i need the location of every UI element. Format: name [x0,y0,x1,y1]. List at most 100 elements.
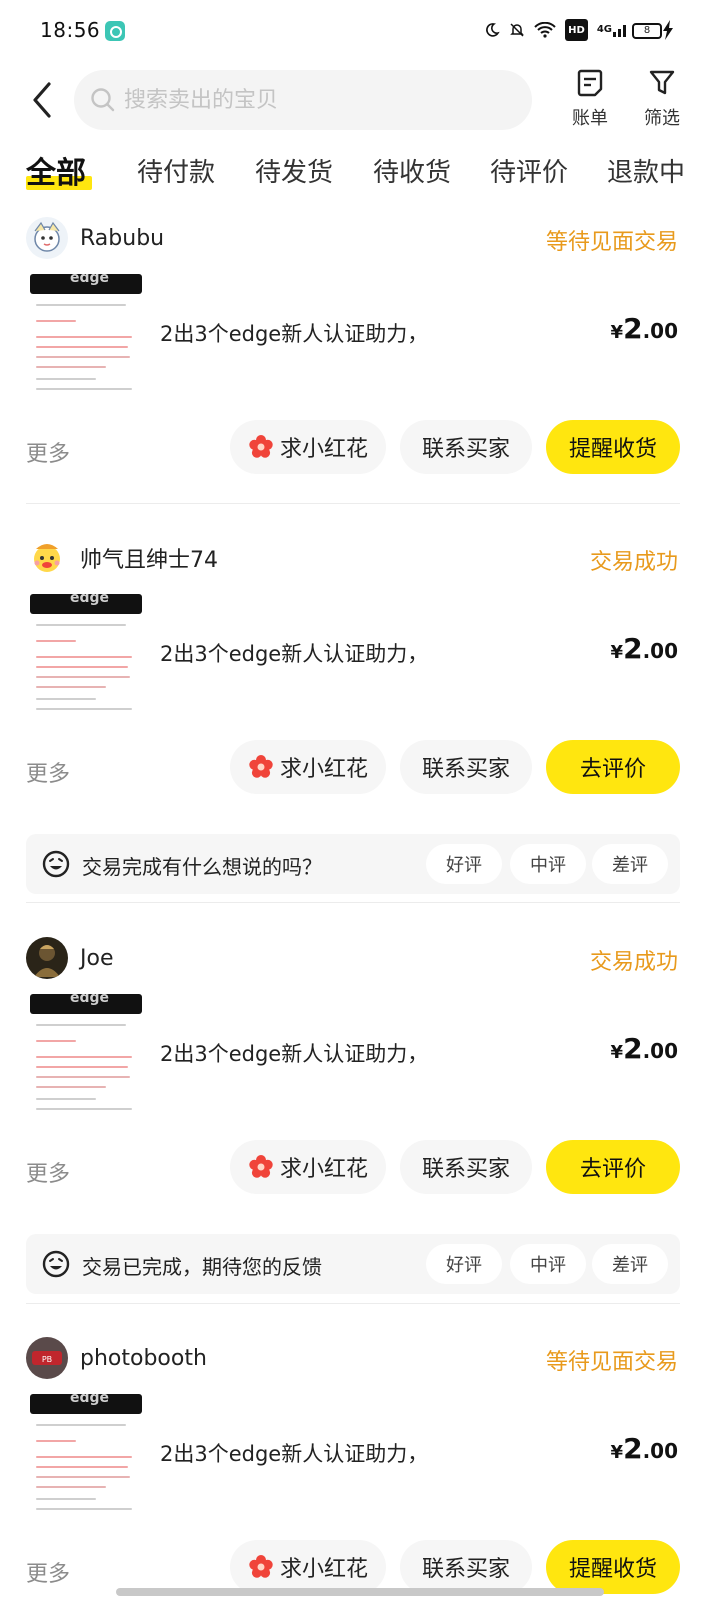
ask-flower-label: 求小红花 [279,1557,368,1582]
divider [26,1303,680,1304]
wifi-icon [534,19,556,41]
more-button[interactable]: 更多 [26,756,70,788]
order-status: 交易成功 [589,550,678,575]
remind-receipt-button[interactable]: 提醒收货 [546,420,680,474]
avatar[interactable] [26,537,68,579]
feedback-bar: 交易完成有什么想说的吗？ 好评 中评 差评 [26,834,680,894]
home-indicator[interactable] [116,1588,604,1596]
tab-pending-review[interactable]: 待评价 [490,152,568,189]
seller-row[interactable]: Joe [26,936,113,980]
tab-pending-receipt[interactable]: 待收货 [373,152,451,189]
filter-label: 筛选 [644,108,680,129]
order-status: 等待见面交易 [545,230,678,255]
rate-neutral-button[interactable]: 中评 [510,1244,586,1284]
ask-flower-label: 求小红花 [279,437,368,462]
rate-good-button[interactable]: 好评 [426,1244,502,1284]
tab-refunding[interactable]: 退款中 [607,152,685,189]
ask-flower-button[interactable]: 求小红花 [230,740,386,794]
ask-flower-label: 求小红花 [279,757,368,782]
order-card: 帅气且绅士74 交易成功 edge 2出3个edge新人认证助力， ¥2.00 … [0,536,720,906]
review-button[interactable]: 去评价 [546,740,680,794]
price: ¥2.00 [610,632,678,665]
ask-flower-button[interactable]: 求小红花 [230,1540,386,1594]
search-input[interactable] [124,87,504,113]
more-button[interactable]: 更多 [26,1556,70,1588]
moon-icon [484,19,500,41]
order-tabs: 全部 待付款 待发货 待收货 待评价 退款中 [0,146,720,202]
search-bar[interactable] [74,70,532,130]
svg-text:PB: PB [42,1355,52,1364]
seller-name: 帅气且绅士74 [80,548,218,573]
product-title[interactable]: 2出3个edge新人认证助力， [160,1038,428,1068]
tab-all[interactable]: 全部 [26,148,86,192]
status-time: 18:56 [40,18,101,42]
status-icons: HD 4G [484,19,628,41]
product-title[interactable]: 2出3个edge新人认证助力， [160,638,428,668]
order-status: 等待见面交易 [545,1350,678,1375]
divider [26,503,680,504]
flower-icon [249,1555,273,1578]
product-thumbnail[interactable]: edge [30,274,142,398]
hd-icon: HD [565,19,588,41]
seller-row[interactable]: 帅气且绅士74 [26,536,218,580]
product-title[interactable]: 2出3个edge新人认证助力， [160,318,428,348]
more-button[interactable]: 更多 [26,436,70,468]
flower-icon [249,435,273,458]
avatar[interactable]: PB [26,1337,68,1379]
flower-icon [249,755,273,778]
price: ¥2.00 [610,312,678,345]
charging-icon [662,20,674,44]
contact-buyer-button[interactable]: 联系买家 [400,420,532,474]
contact-buyer-button[interactable]: 联系买家 [400,1140,532,1194]
contact-buyer-label: 联系买家 [421,757,510,782]
avatar[interactable] [26,217,68,259]
filter-button[interactable]: 筛选 [632,68,692,130]
contact-buyer-label: 联系买家 [421,1157,510,1182]
ask-flower-button[interactable]: 求小红花 [230,420,386,474]
thumbnail-text: edge [70,1394,110,1406]
search-icon [91,88,115,112]
review-label: 去评价 [579,757,646,782]
bill-button[interactable]: 账单 [560,68,620,130]
network-type: 4G [596,24,612,35]
remind-receipt-button[interactable]: 提醒收货 [546,1540,680,1594]
feedback-text: 交易完成有什么想说的吗？ [82,855,322,879]
remind-receipt-label: 提醒收货 [568,437,657,462]
contact-buyer-label: 联系买家 [421,437,510,462]
contact-buyer-label: 联系买家 [421,1557,510,1582]
contact-buyer-button[interactable]: 联系买家 [400,1540,532,1594]
tab-pending-shipment[interactable]: 待发货 [255,152,333,189]
rate-bad-button[interactable]: 差评 [592,1244,668,1284]
review-button[interactable]: 去评价 [546,1140,680,1194]
thumbnail-text: edge [70,274,110,286]
divider [26,902,680,903]
back-button[interactable] [24,78,60,122]
product-title[interactable]: 2出3个edge新人认证助力， [160,1438,428,1468]
price: ¥2.00 [610,1432,678,1465]
ask-flower-button[interactable]: 求小红花 [230,1140,386,1194]
product-thumbnail[interactable]: edge [30,1394,142,1518]
order-card: PB photobooth 等待见面交易 edge 2出3个edge新人认证助力… [0,1336,720,1600]
seller-row[interactable]: PB photobooth [26,1336,207,1380]
order-card: Joe 交易成功 edge 2出3个edge新人认证助力， ¥2.00 更多 求… [0,936,720,1306]
rate-neutral-button[interactable]: 中评 [510,844,586,884]
more-button[interactable]: 更多 [26,1156,70,1188]
status-bar: 18:56 HD 4G 8 [0,0,720,62]
rate-bad-button[interactable]: 差评 [592,844,668,884]
review-label: 去评价 [579,1157,646,1182]
bill-icon [577,69,603,97]
contact-buyer-button[interactable]: 联系买家 [400,740,532,794]
seller-row[interactable]: Rabubu [26,216,164,260]
order-status: 交易成功 [589,950,678,975]
avatar[interactable] [26,937,68,979]
rate-good-button[interactable]: 好评 [426,844,502,884]
tab-pending-payment[interactable]: 待付款 [137,152,215,189]
chevron-left-icon [33,82,51,118]
product-thumbnail[interactable]: edge [30,994,142,1118]
bill-label: 账单 [572,108,608,129]
thumbnail-text: edge [70,994,110,1006]
bell-muted-icon [509,19,525,41]
seller-name: Rabubu [80,225,165,251]
product-thumbnail[interactable]: edge [30,594,142,718]
flower-icon [249,1155,273,1178]
